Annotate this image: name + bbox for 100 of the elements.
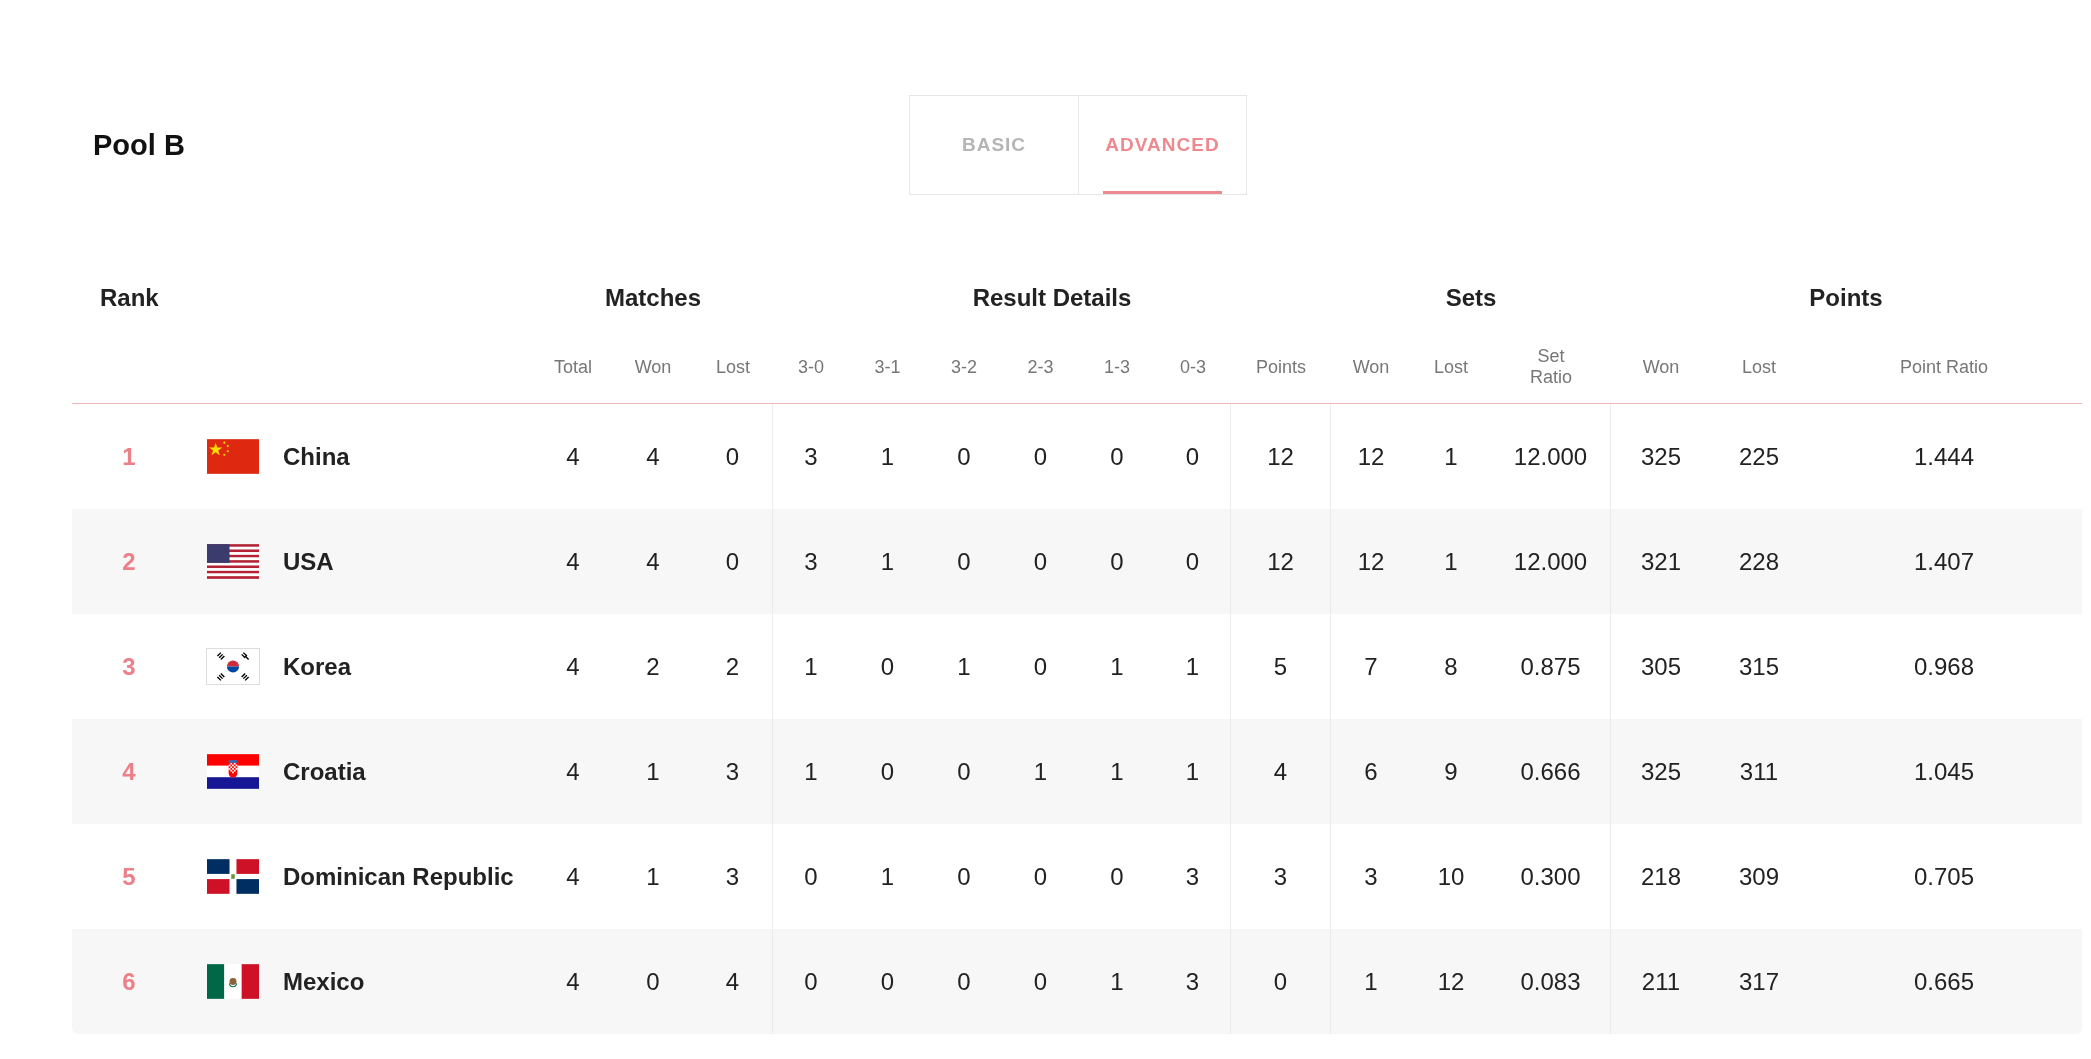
table-cell: 6 bbox=[1364, 757, 1378, 786]
table-cell: 0 bbox=[880, 652, 895, 681]
column-header: 2-3 bbox=[1027, 356, 1054, 378]
table-cell: 0 bbox=[804, 862, 818, 891]
table-cell: 0 bbox=[804, 967, 818, 996]
table-cell: 1 bbox=[1185, 757, 1200, 786]
table-cell: 3 bbox=[725, 757, 740, 786]
group-header: Rank bbox=[99, 284, 160, 312]
table-cell: 0 bbox=[1273, 967, 1288, 996]
column-header: 3-1 bbox=[874, 356, 901, 378]
table-cell: 0 bbox=[1185, 547, 1200, 576]
table-cell: 3 bbox=[1273, 862, 1288, 891]
table-cell: 9 bbox=[1444, 757, 1458, 786]
usa-flag-icon bbox=[207, 544, 259, 579]
table-cell: 3 bbox=[1364, 862, 1378, 891]
table-cell: 4 bbox=[725, 967, 740, 996]
table-cell: 211 bbox=[1641, 967, 1681, 996]
table-cell: 218 bbox=[1640, 862, 1681, 891]
table-cell: 2 bbox=[725, 652, 740, 681]
country-name: Croatia bbox=[283, 757, 366, 786]
column-header: Lost bbox=[716, 356, 750, 378]
table-cell: 3 bbox=[1185, 967, 1200, 996]
rank-number: 2 bbox=[122, 547, 136, 576]
table-cell: 325 bbox=[1640, 442, 1681, 471]
table-cell: 1 bbox=[1444, 547, 1458, 576]
table-cell: 12 bbox=[1267, 547, 1294, 576]
table-cell: 1 bbox=[880, 442, 895, 471]
group-header: Matches bbox=[603, 284, 702, 312]
country-name: China bbox=[283, 442, 350, 471]
table-cell: 0 bbox=[725, 442, 740, 471]
table-cell: 1 bbox=[646, 862, 660, 891]
table-cell: 0.665 bbox=[1913, 967, 1975, 996]
table-cell: 321 bbox=[1640, 547, 1681, 576]
table-cell: 0 bbox=[880, 967, 895, 996]
table-cell: 4 bbox=[566, 547, 580, 576]
table-cell: 0 bbox=[1033, 862, 1048, 891]
table-cell: 0 bbox=[1033, 967, 1048, 996]
table-cell: 1 bbox=[880, 547, 895, 576]
table-cell: 0.968 bbox=[1913, 652, 1975, 681]
table-cell: 1 bbox=[1033, 757, 1048, 786]
rank-number: 5 bbox=[122, 862, 136, 891]
table-cell: 0 bbox=[646, 967, 660, 996]
table-cell: 315 bbox=[1738, 652, 1779, 681]
table-cell: 0 bbox=[1033, 442, 1048, 471]
column-header: 3-0 bbox=[798, 356, 824, 378]
table-cell: 0 bbox=[957, 442, 971, 471]
table-cell: 3 bbox=[804, 547, 818, 576]
column-header: 0-3 bbox=[1180, 356, 1206, 378]
table-cell: 325 bbox=[1640, 757, 1681, 786]
table-cell: 305 bbox=[1640, 652, 1681, 681]
table-cell: 1.444 bbox=[1913, 442, 1975, 471]
table-cell: 225 bbox=[1738, 442, 1779, 471]
group-header: Sets bbox=[1444, 284, 1498, 312]
pool-title: Pool B bbox=[93, 128, 186, 162]
table-cell: 0.083 bbox=[1520, 967, 1581, 996]
table-cell: 0 bbox=[880, 757, 895, 786]
table-cell: 1 bbox=[1185, 652, 1200, 681]
column-header: Won bbox=[634, 356, 672, 378]
table-cell: 0 bbox=[957, 967, 971, 996]
country-name: Mexico bbox=[283, 967, 365, 996]
table-cell: 0 bbox=[1033, 652, 1048, 681]
column-header: Lost bbox=[1434, 356, 1468, 378]
table-cell: 311 bbox=[1739, 757, 1779, 786]
table-cell: 3 bbox=[1185, 862, 1200, 891]
table-cell: 0.666 bbox=[1520, 757, 1581, 786]
table-cell: 228 bbox=[1738, 547, 1779, 576]
table-cell: 0 bbox=[1110, 442, 1124, 471]
china-flag-icon bbox=[207, 439, 259, 474]
dominican-flag-icon bbox=[207, 859, 259, 894]
table-cell: 1 bbox=[804, 757, 818, 786]
table-cell: 1 bbox=[1110, 757, 1124, 786]
column-header: Won bbox=[1352, 356, 1390, 378]
table-cell: 0 bbox=[1110, 862, 1124, 891]
table-cell: 5 bbox=[1273, 652, 1288, 681]
table-cell: 4 bbox=[566, 652, 580, 681]
mexico-flag-icon bbox=[207, 964, 259, 999]
column-header: Lost bbox=[1742, 356, 1776, 378]
rank-number: 3 bbox=[122, 652, 136, 681]
column-header: Point Ratio bbox=[1899, 356, 1989, 378]
table-cell: 1 bbox=[804, 652, 818, 681]
table-cell: 0.875 bbox=[1520, 652, 1581, 681]
table-cell: 0 bbox=[1185, 442, 1200, 471]
table-cell: 4 bbox=[566, 862, 580, 891]
table-cell: 0.705 bbox=[1913, 862, 1975, 891]
table-cell: 1 bbox=[880, 862, 895, 891]
table-cell: 12.000 bbox=[1513, 547, 1588, 576]
table-cell: 4 bbox=[646, 547, 660, 576]
table-cell: 4 bbox=[566, 757, 580, 786]
rank-number: 1 bbox=[122, 442, 136, 471]
table-cell: 12.000 bbox=[1513, 442, 1588, 471]
table-cell: 4 bbox=[566, 967, 580, 996]
korea-flag-icon bbox=[207, 649, 259, 684]
table-cell: 1 bbox=[1364, 967, 1378, 996]
table-cell: 0 bbox=[957, 757, 971, 786]
table-cell: 0 bbox=[957, 862, 971, 891]
table-cell: 7 bbox=[1364, 652, 1378, 681]
rank-number: 4 bbox=[122, 757, 136, 786]
table-cell: 309 bbox=[1738, 862, 1779, 891]
table-cell: 0 bbox=[1110, 547, 1124, 576]
croatia-flag-icon bbox=[207, 754, 259, 789]
